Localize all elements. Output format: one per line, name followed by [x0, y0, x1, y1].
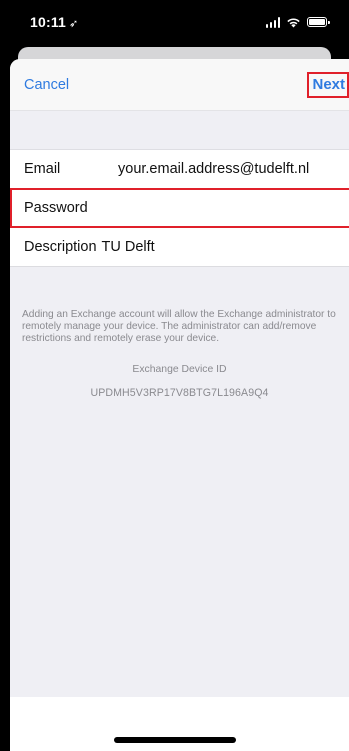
phone-screen: 10:11 ➶ Cancel Next Email your.email.addr…	[0, 0, 349, 751]
home-indicator[interactable]	[114, 737, 236, 743]
status-indicators	[265, 16, 330, 28]
battery-icon	[307, 17, 330, 27]
device-id-label: Exchange Device ID	[132, 364, 227, 375]
password-row[interactable]: Password	[10, 188, 349, 228]
email-row[interactable]: Email your.email.address@tudelft.nl	[10, 150, 349, 188]
cancel-button[interactable]: Cancel	[10, 77, 69, 93]
exchange-account-sheet: Cancel Next Email your.email.address@tud…	[10, 59, 349, 751]
navigation-bar: Cancel Next	[10, 59, 349, 111]
status-bar: 10:11 ➶	[0, 0, 349, 44]
device-id-value: UPDMH5V3RP17V8BTG7L196A9Q4	[90, 387, 269, 399]
description-field[interactable]: TU Delft	[102, 239, 155, 255]
next-button[interactable]: Next	[307, 71, 349, 98]
section-spacer	[10, 111, 349, 150]
exchange-info-text: Adding an Exchange account will allow th…	[22, 309, 336, 344]
clock: 10:11	[30, 14, 67, 30]
email-label: Email	[24, 161, 61, 177]
email-field[interactable]: your.email.address@tudelft.nl	[118, 161, 309, 177]
description-row[interactable]: Description TU Delft	[10, 228, 349, 266]
location-icon: ➶	[69, 18, 79, 30]
footer-area: Adding an Exchange account will allow th…	[10, 267, 349, 697]
password-field[interactable]: Password	[24, 200, 88, 216]
cellular-signal-icon	[265, 16, 280, 28]
status-time: 10:11 ➶	[30, 14, 78, 30]
wifi-icon	[287, 17, 300, 27]
description-label: Description	[24, 239, 97, 255]
